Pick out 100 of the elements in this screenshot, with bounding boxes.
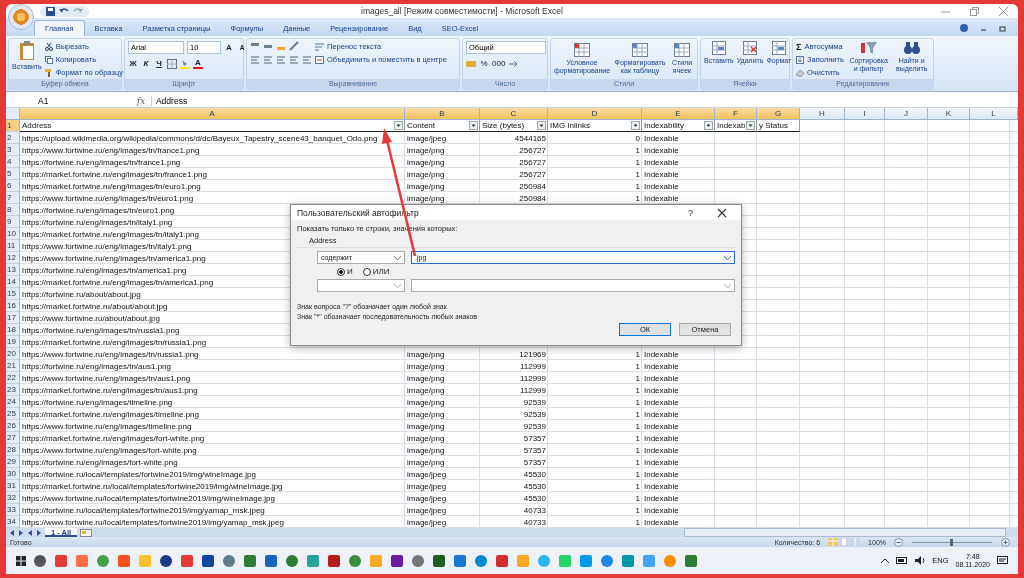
row-header[interactable]: 15 xyxy=(6,288,20,300)
app-icon[interactable] xyxy=(432,553,446,568)
formula-field[interactable]: Address xyxy=(150,95,1018,106)
row-header[interactable]: 16 xyxy=(6,300,20,312)
row-header[interactable]: 1 xyxy=(6,120,20,132)
column-header[interactable]: D xyxy=(548,108,642,120)
app-icon[interactable] xyxy=(390,553,404,568)
row-header[interactable]: 27 xyxy=(6,432,20,444)
app-icon[interactable] xyxy=(159,553,173,568)
notification-icon[interactable] xyxy=(997,555,1008,566)
row-header[interactable]: 8 xyxy=(6,204,20,216)
align-icon[interactable] xyxy=(263,55,273,65)
column-header[interactable]: K xyxy=(928,108,970,120)
percent-button[interactable]: % xyxy=(479,58,489,69)
name-box[interactable]: A1 xyxy=(6,95,91,106)
row-header[interactable]: 5 xyxy=(6,168,20,180)
row-header[interactable]: 22 xyxy=(6,372,20,384)
row-header[interactable]: 10 xyxy=(6,228,20,240)
row-header[interactable]: 21 xyxy=(6,360,20,372)
column-header[interactable]: L xyxy=(970,108,1018,120)
horizontal-scrollbar[interactable] xyxy=(684,528,1006,537)
bold-button[interactable]: Ж xyxy=(128,58,138,69)
filter-dropdown-icon[interactable] xyxy=(537,121,546,130)
filter-dropdown-icon[interactable] xyxy=(394,121,403,130)
row-header[interactable]: 18 xyxy=(6,324,20,336)
app-icon[interactable] xyxy=(327,553,341,568)
row-header[interactable]: 26 xyxy=(6,420,20,432)
row-header[interactable]: 28 xyxy=(6,444,20,456)
grow-font-button[interactable]: A xyxy=(224,42,234,53)
app-icon[interactable] xyxy=(285,553,299,568)
restore-icon[interactable] xyxy=(999,24,1006,32)
new-sheet-icon[interactable] xyxy=(80,528,93,537)
zoom-out-icon[interactable] xyxy=(894,537,903,547)
column-header[interactable]: I xyxy=(845,108,885,120)
row-header[interactable]: 34 xyxy=(6,516,20,528)
align-icon[interactable] xyxy=(276,55,286,65)
row-header[interactable]: 11 xyxy=(6,240,20,252)
filter-dropdown-icon[interactable] xyxy=(746,121,755,130)
radio-button[interactable]: ИЛИ xyxy=(362,267,390,276)
chevron-up-icon[interactable] xyxy=(881,557,890,564)
row-header[interactable]: 7 xyxy=(6,192,20,204)
app-icon[interactable] xyxy=(222,553,236,568)
italic-button[interactable]: К xyxy=(141,58,151,69)
column-header[interactable]: G xyxy=(757,108,800,120)
row-header[interactable]: 30 xyxy=(6,468,20,480)
filter-dropdown-icon[interactable] xyxy=(631,121,640,130)
column-header[interactable]: J xyxy=(885,108,928,120)
fill-color-icon[interactable] xyxy=(180,58,190,69)
underline-button[interactable]: Ч xyxy=(154,58,164,69)
row-header[interactable]: 33 xyxy=(6,504,20,516)
speaker-icon[interactable] xyxy=(915,556,926,565)
filter-dropdown-icon[interactable] xyxy=(469,121,478,130)
restore-icon[interactable] xyxy=(970,6,979,16)
help-icon[interactable] xyxy=(960,24,968,32)
align-icon[interactable] xyxy=(289,55,299,65)
column-header[interactable]: F xyxy=(715,108,757,120)
zoom-slider[interactable] xyxy=(911,537,993,547)
row-header[interactable]: 6 xyxy=(6,180,20,192)
help-button[interactable]: ? xyxy=(688,207,693,218)
row-header[interactable]: 13 xyxy=(6,264,20,276)
align-icon[interactable] xyxy=(302,55,312,65)
row-header[interactable]: 17 xyxy=(6,312,20,324)
zoom-in-icon[interactable] xyxy=(1001,537,1010,547)
borders-icon[interactable] xyxy=(167,58,177,69)
row-header[interactable]: 25 xyxy=(6,408,20,420)
column-header[interactable]: B xyxy=(405,108,480,120)
font-color-button[interactable]: A xyxy=(193,58,203,69)
app-icon[interactable] xyxy=(201,553,215,568)
row-header[interactable]: 3 xyxy=(6,144,20,156)
undo-icon[interactable] xyxy=(59,7,69,15)
row-header[interactable]: 12 xyxy=(6,252,20,264)
row-header[interactable]: 20 xyxy=(6,348,20,360)
row-header[interactable]: 31 xyxy=(6,480,20,492)
column-header[interactable]: C xyxy=(480,108,548,120)
app-icon[interactable] xyxy=(453,553,467,568)
app-icon[interactable] xyxy=(495,553,509,568)
start-icon[interactable] xyxy=(16,555,26,566)
app-icon[interactable] xyxy=(33,553,47,568)
function-button[interactable]: fx xyxy=(137,95,145,106)
row-header[interactable]: 2 xyxy=(6,132,20,144)
row-header[interactable]: 19 xyxy=(6,336,20,348)
close-icon[interactable] xyxy=(717,207,727,218)
app-icon[interactable] xyxy=(684,553,698,568)
row-header[interactable]: 14 xyxy=(6,276,20,288)
row-header[interactable]: 23 xyxy=(6,384,20,396)
slider-thumb[interactable] xyxy=(950,538,953,546)
row-header[interactable]: 24 xyxy=(6,396,20,408)
app-icon[interactable] xyxy=(243,553,257,568)
app-icon[interactable] xyxy=(411,553,425,568)
column-header[interactable]: A xyxy=(20,108,405,120)
column-header[interactable]: H xyxy=(800,108,845,120)
office-button[interactable] xyxy=(8,4,34,30)
filter-dropdown-icon[interactable] xyxy=(704,121,713,130)
save-icon[interactable] xyxy=(46,6,55,16)
app-icon[interactable] xyxy=(264,553,278,568)
row-header[interactable]: 4 xyxy=(6,156,20,168)
align-icon[interactable] xyxy=(250,55,260,65)
thousands-button[interactable]: 000 xyxy=(492,58,506,69)
column-header[interactable]: E xyxy=(642,108,715,120)
row-header[interactable]: 32 xyxy=(6,492,20,504)
